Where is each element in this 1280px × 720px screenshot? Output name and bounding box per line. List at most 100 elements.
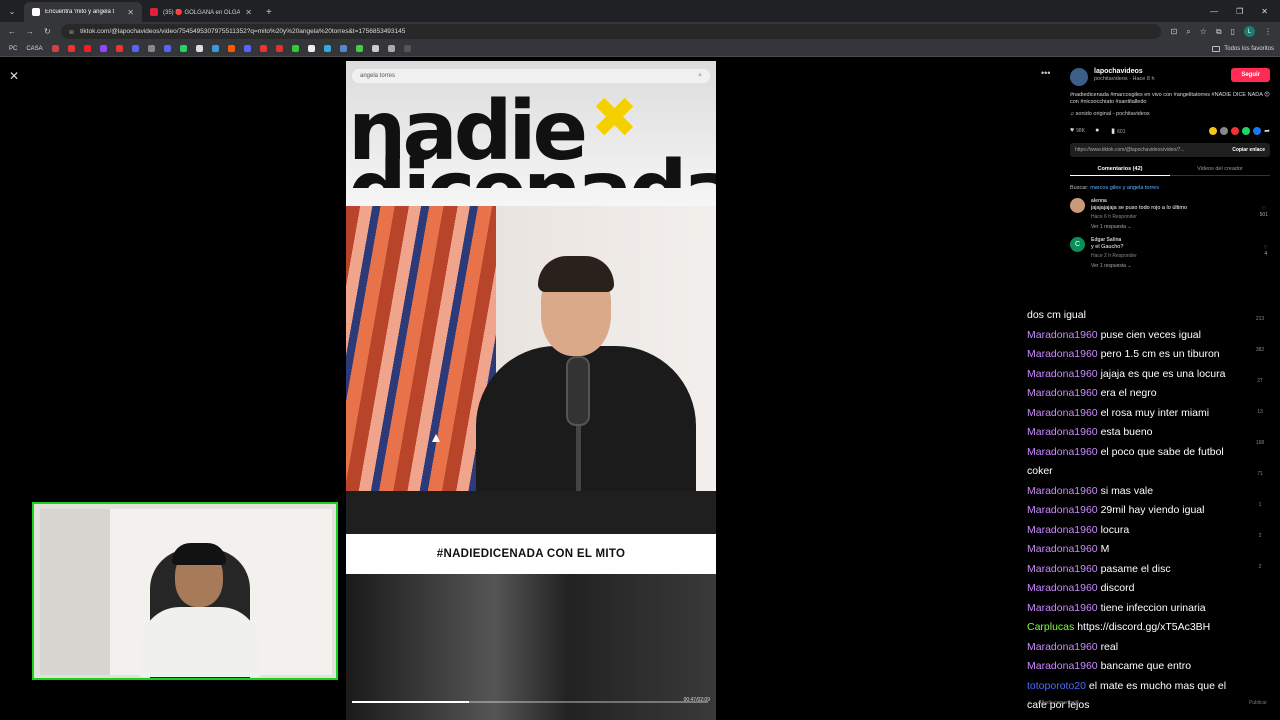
chat-username: Maradona1960 bbox=[1027, 328, 1098, 341]
commenter-avatar[interactable]: C bbox=[1070, 236, 1085, 252]
comment-button[interactable]: ● bbox=[1095, 127, 1101, 134]
bookmark-15[interactable] bbox=[273, 45, 286, 52]
bookmark-7[interactable] bbox=[145, 45, 158, 52]
all-bookmarks[interactable]: Todos los favoritos bbox=[1212, 45, 1274, 52]
follow-button[interactable]: Seguir bbox=[1231, 68, 1270, 82]
install-icon[interactable]: ⊡ bbox=[1171, 27, 1178, 36]
bookmark-pc[interactable]: PC bbox=[6, 46, 20, 52]
site-info-icon[interactable]: ⊜ bbox=[69, 28, 74, 36]
comment-meta[interactable]: Hace 6 h Responder bbox=[1091, 214, 1270, 220]
share-icons: ➦ bbox=[1209, 126, 1270, 135]
bookmark-8[interactable] bbox=[161, 45, 174, 52]
commenter-name[interactable]: alenna bbox=[1091, 198, 1270, 204]
app-icon bbox=[195, 45, 203, 52]
author-name[interactable]: lapochavideos bbox=[1094, 68, 1155, 75]
zoom-icon[interactable]: ⌕ bbox=[1186, 27, 1190, 37]
bookmark-20[interactable] bbox=[353, 45, 366, 52]
app-icon bbox=[115, 45, 123, 52]
view-replies-link[interactable]: Ver 1 respuesta ⌄ bbox=[1091, 263, 1270, 269]
tab-youtube[interactable]: (35) 🔴 GOLGANA en OLGA c ✕ bbox=[142, 2, 260, 22]
share-more-icon[interactable]: ➦ bbox=[1264, 127, 1270, 135]
search-icon[interactable]: ⌕ bbox=[698, 72, 702, 80]
comment-like-button[interactable]: ♡ 501 bbox=[1260, 206, 1268, 218]
video-search-bar[interactable]: angela torres ⌕ bbox=[352, 69, 710, 83]
bookmark-4[interactable] bbox=[97, 45, 110, 52]
chat-username: Maradona1960 bbox=[1027, 426, 1098, 438]
back-icon[interactable]: ← bbox=[8, 27, 16, 36]
new-tab-icon[interactable]: + bbox=[260, 7, 278, 22]
comment-like-count: 501 bbox=[1259, 211, 1268, 218]
chat-text: locura bbox=[1100, 523, 1130, 536]
related-search-term[interactable]: marcos giles y angela torres bbox=[1090, 185, 1159, 191]
view-replies-link[interactable]: Ver 1 respuesta ⌄ bbox=[1091, 224, 1270, 230]
share-embed-icon[interactable] bbox=[1209, 126, 1218, 135]
share-facebook-icon[interactable] bbox=[1253, 126, 1262, 135]
heart-icon: ♡ bbox=[1263, 244, 1268, 251]
bookmark-23[interactable] bbox=[401, 45, 414, 52]
extensions-icon[interactable]: ⧉ bbox=[1216, 27, 1222, 37]
more-options-icon[interactable]: ••• bbox=[1041, 68, 1050, 78]
bookmark-13[interactable] bbox=[241, 45, 254, 52]
bookmark-21[interactable] bbox=[369, 45, 382, 52]
comment-input[interactable]: Añadir comentario... bbox=[1038, 700, 1083, 706]
chat-message: dos cm igual bbox=[1027, 306, 1267, 326]
action-row: ♥ 98K ● ▮ 601 ➦ bbox=[1070, 126, 1270, 135]
bookmark-1[interactable] bbox=[49, 45, 62, 52]
commenter-avatar[interactable] bbox=[1070, 197, 1085, 213]
close-window-icon[interactable]: ✕ bbox=[1261, 7, 1268, 16]
bookmark-16[interactable] bbox=[289, 45, 302, 52]
video-progress-bar[interactable] bbox=[352, 701, 708, 703]
bookmark-9[interactable] bbox=[177, 45, 190, 52]
reload-icon[interactable]: ↻ bbox=[44, 27, 51, 36]
bookmark-14[interactable] bbox=[257, 45, 270, 52]
save-button[interactable]: ▮ 601 bbox=[1111, 127, 1125, 135]
share-dm-icon[interactable] bbox=[1220, 126, 1229, 135]
tab-search-icon[interactable]: ⌄ bbox=[0, 7, 24, 22]
profile-avatar[interactable]: L bbox=[1244, 26, 1255, 37]
maximize-icon[interactable]: ❐ bbox=[1236, 7, 1243, 16]
bookmark-3[interactable] bbox=[81, 45, 94, 52]
bookmark-10[interactable] bbox=[193, 45, 206, 52]
bookmark-6[interactable] bbox=[129, 45, 142, 52]
comment-meta[interactable]: Hace 2 h Responder bbox=[1091, 253, 1270, 259]
video-player[interactable]: nadie dicenada. ✖ angela torres ⌕ #NADIE… bbox=[346, 61, 716, 720]
address-bar[interactable]: ⊜ tiktok.com/@lapochavideos/video/754549… bbox=[60, 24, 1161, 39]
bookmark-star-icon[interactable]: ☆ bbox=[1200, 27, 1207, 36]
bookmark-18[interactable] bbox=[321, 45, 334, 52]
close-tab-icon[interactable]: ✕ bbox=[127, 8, 134, 17]
bookmark-12[interactable] bbox=[225, 45, 238, 52]
tab-tiktok[interactable]: Encuentra 'mito y angela t ✕ bbox=[24, 2, 142, 22]
heart-icon: ♥ bbox=[1070, 127, 1075, 135]
sound-link[interactable]: ♫ sonido original - pochitavideos bbox=[1070, 111, 1270, 117]
commenter-name[interactable]: Edgar Salina bbox=[1091, 237, 1270, 243]
bookmark-17[interactable] bbox=[305, 45, 318, 52]
chat-text: si mas vale bbox=[1100, 484, 1154, 497]
share-whatsapp-icon[interactable] bbox=[1242, 126, 1251, 135]
like-button[interactable]: ♥ 98K bbox=[1070, 127, 1085, 134]
close-icon[interactable]: ✕ bbox=[9, 69, 19, 83]
publish-button[interactable]: Publicar bbox=[1249, 700, 1267, 706]
comment-like-button[interactable]: ♡ 4 bbox=[1264, 245, 1268, 257]
streamer-hair bbox=[172, 543, 226, 565]
comment-item: alenna jajajajajaja se puso todo rojo a … bbox=[1070, 197, 1270, 230]
bookmark-5[interactable] bbox=[113, 45, 126, 52]
copy-link-button[interactable]: Copiar enlace bbox=[1232, 147, 1265, 153]
bookmark-11[interactable] bbox=[209, 45, 222, 52]
emoji-face-icon[interactable]: ☺ bbox=[1027, 700, 1032, 706]
minimize-icon[interactable]: — bbox=[1210, 7, 1218, 16]
bookmark-casa[interactable]: CASA bbox=[23, 46, 45, 52]
star-icon: ✖ bbox=[591, 86, 638, 149]
share-pinterest-icon[interactable] bbox=[1231, 126, 1240, 135]
tab-comments[interactable]: Comentarios (42) bbox=[1070, 163, 1170, 176]
bookmark-22[interactable] bbox=[385, 45, 398, 52]
forward-icon[interactable]: → bbox=[26, 27, 34, 36]
bookmark-2[interactable] bbox=[65, 45, 78, 52]
bookmark-19[interactable] bbox=[337, 45, 350, 52]
sidebar-icon[interactable]: ▯ bbox=[1231, 27, 1235, 36]
author-avatar[interactable] bbox=[1070, 68, 1088, 86]
video-search-text: angela torres bbox=[360, 73, 396, 79]
close-tab-icon[interactable]: ✕ bbox=[245, 8, 252, 17]
chat-message: Maradona1960 el rosa muy inter miami bbox=[1027, 404, 1267, 424]
menu-icon[interactable]: ⋮ bbox=[1264, 27, 1272, 36]
tab-creator-videos[interactable]: Videos del creador bbox=[1170, 163, 1270, 176]
